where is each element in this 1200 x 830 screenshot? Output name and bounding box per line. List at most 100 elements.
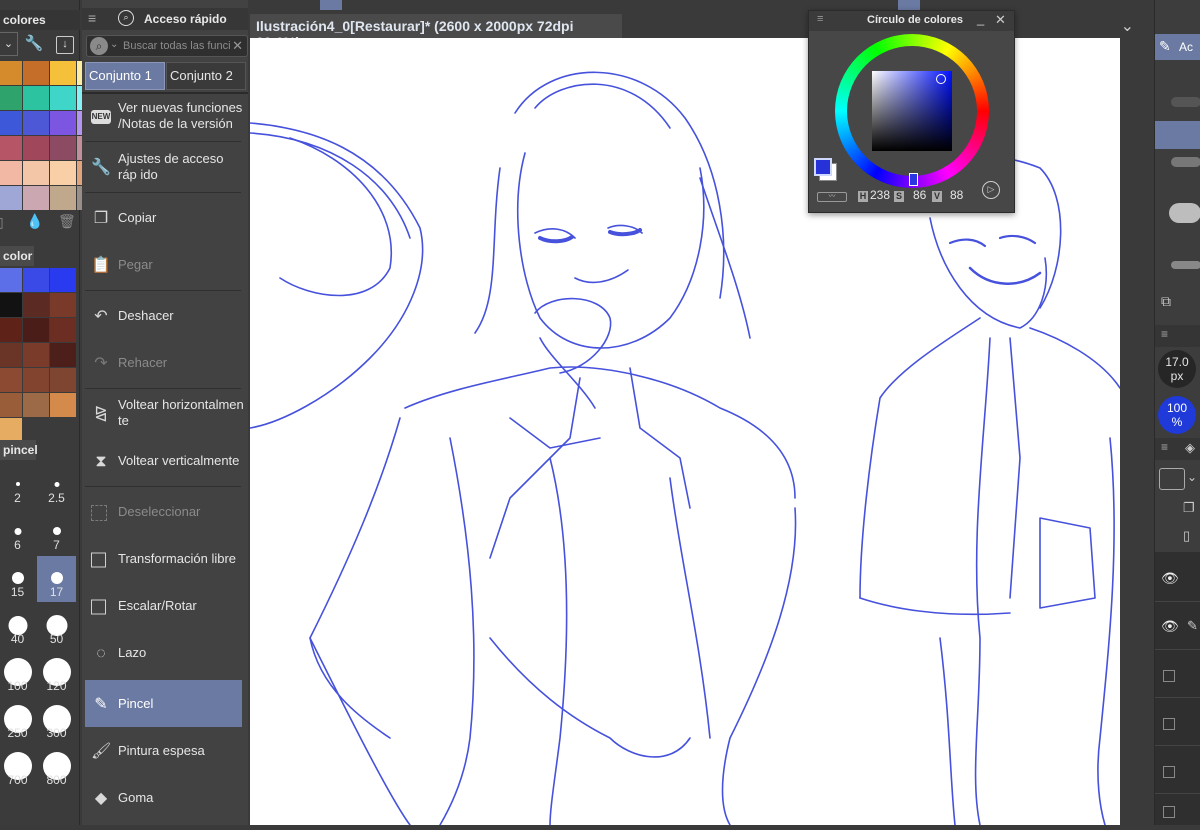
qa-item-flip-vertical[interactable]: ⧗ Voltear verticalmente: [85, 453, 245, 471]
color-swatch[interactable]: [23, 86, 49, 110]
color-swatch[interactable]: [50, 136, 76, 160]
brush-size-option[interactable]: 700: [0, 744, 37, 790]
history-color-swatch[interactable]: [23, 293, 49, 317]
history-color-swatch[interactable]: [23, 268, 49, 292]
brush-size-option[interactable]: 15: [0, 556, 37, 602]
search-box[interactable]: ⌕ ⌄ Buscar todas las funciones ✕: [86, 35, 248, 57]
search-input[interactable]: Buscar todas las funciones: [123, 40, 231, 52]
chevron-down-icon[interactable]: ⌄: [1187, 470, 1197, 484]
history-color-swatch[interactable]: [0, 393, 22, 417]
color-set-dropdown[interactable]: ⌄: [0, 32, 18, 56]
brush-size-indicator[interactable]: 17.0 px: [1158, 350, 1196, 388]
qa-item-redo[interactable]: ↷ Rehacer: [85, 355, 245, 373]
settings-icon[interactable]: ⧉: [1161, 293, 1171, 310]
copy-icon[interactable]: ❐: [1183, 500, 1195, 516]
brush-size-option[interactable]: 50: [37, 603, 76, 649]
history-color-swatch[interactable]: [23, 368, 49, 392]
qa-item-lasso[interactable]: ◌ Lazo: [85, 645, 245, 663]
import-icon[interactable]: ↓: [56, 36, 74, 54]
brush-size-option[interactable]: 6: [0, 509, 37, 555]
add-color-icon[interactable]: ▯: [0, 214, 4, 231]
main-color-swatch[interactable]: [814, 158, 832, 176]
history-color-swatch[interactable]: [50, 368, 76, 392]
qa-item-settings[interactable]: 🔧 Ajustes de acceso ráp ido: [85, 151, 245, 185]
history-color-swatch[interactable]: [50, 268, 76, 292]
transparent-color-icon[interactable]: 〰: [817, 192, 847, 202]
close-icon[interactable]: ✕: [995, 12, 1006, 28]
history-color-swatch[interactable]: [0, 418, 22, 442]
brush-size-option[interactable]: 300: [37, 697, 76, 743]
hue-picker-handle[interactable]: [909, 173, 918, 186]
qa-item-eraser[interactable]: ◆ Goma: [85, 790, 245, 808]
qa-item-copy[interactable]: ❐ Copiar: [85, 210, 245, 228]
brush-size-option[interactable]: 250: [0, 697, 37, 743]
history-color-swatch[interactable]: [50, 293, 76, 317]
brush-stroke-preview[interactable]: [1171, 97, 1200, 107]
minimize-icon[interactable]: _: [977, 11, 984, 26]
color-swatch[interactable]: [50, 111, 76, 135]
history-color-swatch[interactable]: [23, 343, 49, 367]
color-swatch[interactable]: [50, 186, 76, 210]
history-color-swatch[interactable]: [23, 393, 49, 417]
color-swatch[interactable]: [50, 161, 76, 185]
qa-item-thick-paint[interactable]: 🖌 Pintura espesa: [85, 743, 245, 761]
brush-stroke-preview[interactable]: [1171, 157, 1200, 167]
layer-row[interactable]: [1155, 798, 1200, 825]
color-swatch[interactable]: [0, 161, 22, 185]
qa-item-free-transform[interactable]: Transformación libre: [85, 551, 245, 569]
blend-mode-dropdown[interactable]: [1159, 468, 1185, 490]
color-swatch[interactable]: [0, 86, 22, 110]
document-tab[interactable]: Ilustración4_0[Restaurar]* (2600 x 2000p…: [250, 14, 622, 50]
color-swatch[interactable]: [23, 61, 49, 85]
qa-item-undo[interactable]: ↶ Deshacer: [85, 308, 245, 326]
menu-icon[interactable]: ≡: [88, 10, 96, 26]
layer-icon[interactable]: ▯: [1183, 528, 1190, 544]
h-value[interactable]: 238: [870, 188, 890, 202]
menu-icon[interactable]: ≡: [1161, 327, 1168, 341]
play-icon[interactable]: ▷: [982, 181, 1000, 199]
qa-item-new-features[interactable]: NEW Ver nuevas funciones /Notas de la ve…: [85, 100, 245, 134]
toolbar-button-active-2[interactable]: [898, 0, 920, 10]
layer-row[interactable]: [1155, 750, 1200, 794]
qa-item-deselect[interactable]: Deseleccionar: [85, 504, 245, 522]
color-swatch[interactable]: [50, 86, 76, 110]
eye-icon[interactable]: 👁: [1161, 570, 1179, 587]
menu-icon[interactable]: ≡: [817, 13, 823, 25]
layer-row[interactable]: 👁: [1155, 558, 1200, 602]
v-value[interactable]: 88: [950, 188, 963, 202]
trash-icon[interactable]: 🗑: [58, 213, 76, 230]
layer-row[interactable]: [1155, 654, 1200, 698]
layer-row[interactable]: [1155, 702, 1200, 746]
history-color-swatch[interactable]: [50, 343, 76, 367]
brush-size-option[interactable]: 800: [37, 744, 76, 790]
brush-size-option[interactable]: 40: [0, 603, 37, 649]
history-color-swatch[interactable]: [0, 318, 22, 342]
history-color-swatch[interactable]: [50, 318, 76, 342]
visibility-checkbox[interactable]: [1163, 670, 1175, 682]
menu-icon[interactable]: ≡: [1161, 440, 1168, 454]
color-swatch[interactable]: [0, 111, 22, 135]
color-swatch[interactable]: [0, 136, 22, 160]
qa-item-paste[interactable]: 📋 Pegar: [85, 257, 245, 275]
opacity-indicator[interactable]: 100 %: [1158, 396, 1196, 434]
color-swatch[interactable]: [23, 136, 49, 160]
brush-size-tab[interactable]: pincel: [0, 440, 38, 460]
color-swatch[interactable]: [0, 61, 22, 85]
brush-size-option[interactable]: 120: [37, 650, 76, 696]
brush-size-option[interactable]: 2.5: [37, 462, 76, 508]
clear-search-icon[interactable]: ✕: [232, 38, 243, 54]
search-dropdown-icon[interactable]: ⌄: [110, 39, 118, 50]
chevron-down-icon[interactable]: ⌄: [1121, 16, 1134, 36]
history-color-swatch[interactable]: [0, 368, 22, 392]
color-swatch[interactable]: [0, 186, 22, 210]
color-history-tab[interactable]: color: [0, 246, 34, 266]
visibility-checkbox[interactable]: [1163, 766, 1175, 778]
tab-set-2[interactable]: Conjunto 2: [166, 62, 246, 90]
qa-item-flip-horizontal[interactable]: ⧎ Voltear horizontalmen te: [85, 397, 245, 431]
color-wheel-titlebar[interactable]: ≡ Círculo de colores _ ✕: [809, 11, 1014, 31]
saturation-value-square[interactable]: [872, 71, 952, 151]
history-color-swatch[interactable]: [0, 268, 22, 292]
history-color-swatch[interactable]: [0, 293, 22, 317]
layer-row[interactable]: 👁 ✎: [1155, 606, 1200, 650]
visibility-checkbox[interactable]: [1163, 806, 1175, 818]
